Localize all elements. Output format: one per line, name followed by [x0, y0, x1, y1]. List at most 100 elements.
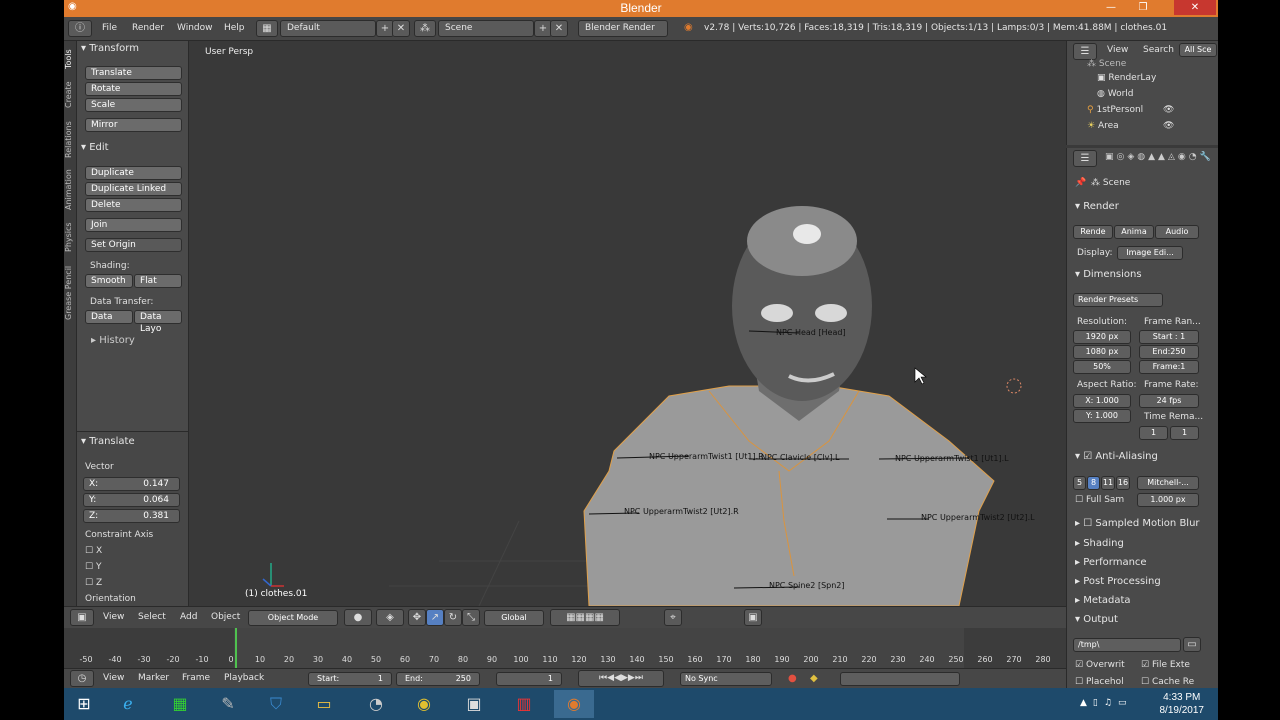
- outliner-item[interactable]: ⚲ 1stPersonl: [1087, 105, 1143, 115]
- current-frame-field[interactable]: 1: [496, 672, 562, 686]
- aspect-x-field[interactable]: X: 1.000: [1073, 394, 1131, 408]
- viewport-shading-icon[interactable]: ●: [344, 609, 372, 626]
- timeline-playback-menu[interactable]: Playback: [224, 673, 264, 683]
- keying-set-field[interactable]: [840, 672, 960, 686]
- join-button[interactable]: Join: [85, 218, 182, 232]
- timeline-editor-icon[interactable]: ◷: [70, 670, 94, 687]
- rotate-button[interactable]: Rotate: [85, 82, 182, 96]
- metadata-panel-header[interactable]: ▸ Metadata: [1075, 595, 1131, 606]
- timeline-view-menu[interactable]: View: [103, 673, 124, 683]
- outliner-item[interactable]: ⁂ Scene: [1087, 59, 1126, 69]
- aa-filter-select[interactable]: Mitchell-...: [1137, 476, 1199, 490]
- chrome-icon[interactable]: ◉: [404, 690, 444, 718]
- duplicate-linked-button[interactable]: Duplicate Linked: [85, 182, 182, 196]
- timeline-frame-menu[interactable]: Frame: [182, 673, 210, 683]
- constraint-y-checkbox[interactable]: ☐ Y: [85, 562, 101, 572]
- visibility-eye-icon[interactable]: 👁: [1163, 121, 1174, 131]
- scale-button[interactable]: Scale: [85, 98, 182, 112]
- vector-z-field[interactable]: Z: 0.381: [83, 509, 180, 523]
- full-sample-checkbox[interactable]: ☐ Full Sam: [1075, 495, 1124, 505]
- duplicate-button[interactable]: Duplicate: [85, 166, 182, 180]
- operator-panel-header[interactable]: ▾ Translate: [81, 436, 135, 447]
- maximize-button[interactable]: ❐: [1130, 0, 1156, 15]
- tool-app-icon[interactable]: ✎: [208, 690, 248, 718]
- viewport-select-menu[interactable]: Select: [138, 612, 166, 622]
- constraint-x-checkbox[interactable]: ☐ X: [85, 546, 102, 556]
- file-extensions-checkbox[interactable]: ☑ File Exte: [1141, 660, 1190, 670]
- sync-mode-select[interactable]: No Sync: [680, 672, 772, 686]
- screen-layout-field[interactable]: Default: [280, 20, 376, 37]
- file-explorer-icon[interactable]: ▭: [304, 690, 344, 718]
- translate-manipulator-icon[interactable]: ↗: [426, 609, 444, 626]
- translate-button[interactable]: Translate: [85, 66, 182, 80]
- render-engine-select[interactable]: Blender Render: [578, 20, 668, 37]
- viewport-object-menu[interactable]: Object: [211, 612, 240, 622]
- viewport-view-menu[interactable]: View: [103, 612, 124, 622]
- aa-samples-16[interactable]: 16: [1116, 476, 1130, 490]
- render-image-button[interactable]: Rende: [1073, 225, 1113, 239]
- remove-layout-icon[interactable]: ✕: [392, 20, 410, 37]
- manipulator-icon[interactable]: ✥: [408, 609, 426, 626]
- shading-panel-header[interactable]: ▸ Shading: [1075, 538, 1124, 549]
- taskbar-clock[interactable]: 4:33 PM 8/19/2017: [1160, 691, 1205, 717]
- outliner-item[interactable]: ▣ RenderLay: [1097, 73, 1156, 83]
- render-animation-button[interactable]: Anima: [1114, 225, 1154, 239]
- game-app-icon[interactable]: ▣: [454, 690, 494, 718]
- timeline[interactable]: -50 -40 -30 -20 -10 0 10 20 30 40 50 60 70 80 90 100 110…: [64, 628, 1066, 668]
- frame-step-field[interactable]: Frame:1: [1139, 360, 1199, 374]
- visibility-eye-icon[interactable]: 👁: [1163, 105, 1174, 115]
- office-app-icon[interactable]: ▥: [504, 690, 544, 718]
- overwrite-checkbox[interactable]: ☑ Overwrit: [1075, 660, 1125, 670]
- properties-context-tabs[interactable]: ▣◎◈◍▲▲◬◉◔🔧: [1105, 152, 1214, 162]
- outliner-item[interactable]: ☀ Area: [1087, 121, 1119, 131]
- delete-button[interactable]: Delete: [85, 198, 182, 212]
- tab-relations[interactable]: Relations: [64, 117, 77, 163]
- post-processing-panel-header[interactable]: ▸ Post Processing: [1075, 576, 1161, 587]
- vector-x-field[interactable]: X: 0.147: [83, 477, 180, 491]
- placeholders-checkbox[interactable]: ☐ Placehol: [1075, 677, 1124, 687]
- aspect-y-field[interactable]: Y: 1.000: [1073, 409, 1131, 423]
- render-audio-button[interactable]: Audio: [1155, 225, 1199, 239]
- anti-aliasing-panel-header[interactable]: ▾ ☑ Anti-Aliasing: [1075, 451, 1158, 462]
- transform-orientation-select[interactable]: Global: [484, 610, 544, 626]
- remap-old-field[interactable]: 1: [1139, 426, 1168, 440]
- smooth-shading-button[interactable]: Smooth: [85, 274, 133, 288]
- scene-field[interactable]: Scene: [438, 20, 534, 37]
- interaction-mode-select[interactable]: Object Mode: [248, 610, 338, 626]
- mirror-button[interactable]: Mirror: [85, 118, 182, 132]
- editor-type-icon[interactable]: ⓘ: [68, 20, 92, 37]
- sampled-motion-panel-header[interactable]: ▸ ☐ Sampled Motion Blur: [1075, 518, 1200, 529]
- render-presets-select[interactable]: Render Presets: [1073, 293, 1163, 307]
- properties-editor-icon[interactable]: ☰: [1073, 150, 1097, 167]
- tab-create[interactable]: Create: [64, 77, 77, 113]
- rotate-manipulator-icon[interactable]: ↻: [444, 609, 462, 626]
- snap-icon[interactable]: ⌖: [664, 609, 682, 626]
- aa-samples-11[interactable]: 11: [1101, 476, 1115, 490]
- set-origin-select[interactable]: Set Origin: [85, 238, 182, 252]
- end-frame-field[interactable]: End: 250: [396, 672, 480, 686]
- current-frame-marker[interactable]: [235, 628, 237, 668]
- tab-grease-pencil[interactable]: Grease Pencil: [64, 261, 77, 325]
- outliner-search-menu[interactable]: Search: [1143, 45, 1174, 55]
- tab-animation[interactable]: Animation: [64, 167, 77, 213]
- outliner-display-select[interactable]: All Sce: [1179, 43, 1217, 57]
- transform-panel-header[interactable]: ▾ Transform: [81, 43, 139, 54]
- resolution-x-field[interactable]: 1920 px: [1073, 330, 1131, 344]
- timeline-marker-menu[interactable]: Marker: [138, 673, 169, 683]
- history-panel-header[interactable]: ▸ History: [91, 335, 135, 346]
- remove-scene-icon[interactable]: ✕: [550, 20, 568, 37]
- frame-start-field[interactable]: Start : 1: [1139, 330, 1199, 344]
- performance-panel-header[interactable]: ▸ Performance: [1075, 557, 1147, 568]
- app-icon[interactable]: ◔: [356, 690, 396, 718]
- menu-window[interactable]: Window: [177, 23, 213, 33]
- playback-controls-icon[interactable]: ⏮◀◀▶▶⏭: [578, 670, 664, 687]
- record-icon[interactable]: ●: [788, 673, 797, 684]
- viewport-editor-icon[interactable]: ▣: [70, 609, 94, 626]
- constraint-z-checkbox[interactable]: ☐ Z: [85, 578, 102, 588]
- tab-tools[interactable]: Tools: [64, 45, 77, 73]
- screen-layout-icon[interactable]: ▦: [256, 20, 278, 37]
- edit-panel-header[interactable]: ▾ Edit: [81, 142, 109, 153]
- layers-grid-icon[interactable]: ▦▦▦▦: [550, 609, 620, 626]
- tab-physics[interactable]: Physics: [64, 217, 77, 257]
- aa-samples-5[interactable]: 5: [1073, 476, 1086, 490]
